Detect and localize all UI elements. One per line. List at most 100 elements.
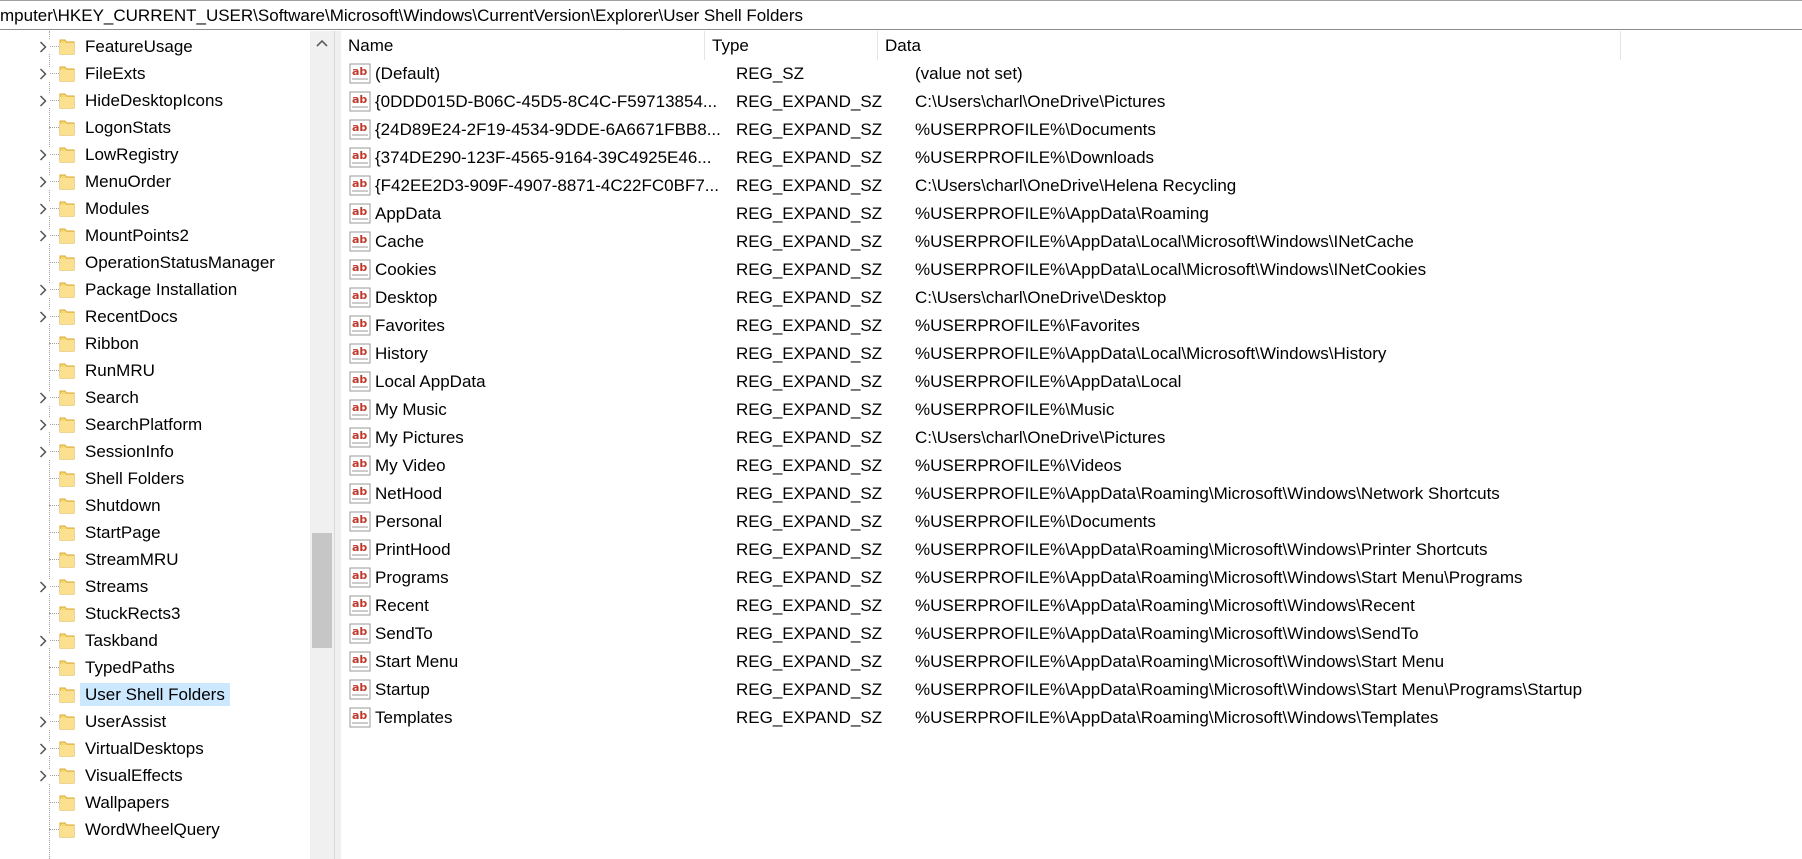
tree-item-label[interactable]: Shell Folders [80,467,189,490]
tree-item-label[interactable]: User Shell Folders [80,683,230,706]
tree-item[interactable]: StartPage [0,519,310,547]
tree-item[interactable]: MountPoints2 [0,222,310,250]
tree-item-label[interactable]: OperationStatusManager [80,251,280,274]
table-row[interactable]: ab Desktop REG_EXPAND_SZ C:\Users\charl\One… [341,284,1802,313]
tree-item[interactable]: Modules [0,195,310,223]
table-row[interactable]: ab PrintHood REG_EXPAND_SZ %USERPROFILE%\Ap… [341,536,1802,565]
tree-item[interactable]: MenuOrder [0,168,310,196]
table-row[interactable]: ab My Pictures REG_EXPAND_SZ C:\Users\charl… [341,424,1802,453]
table-row[interactable]: ab My Video REG_EXPAND_SZ %USERPROFILE%\Vid… [341,452,1802,481]
address-bar[interactable]: mputer\HKEY_CURRENT_USER\Software\Micros… [0,0,1802,30]
tree-item-label[interactable]: FeatureUsage [80,35,198,58]
tree-item-label[interactable]: RecentDocs [80,305,183,328]
tree-scrollbar-thumb[interactable] [312,533,332,648]
tree-item-label[interactable]: HideDesktopIcons [80,89,228,112]
tree-item-label[interactable]: StuckRects3 [80,602,185,625]
tree-item[interactable]: LogonStats [0,114,310,142]
tree-item[interactable]: StreamMRU [0,546,310,574]
tree-item-label[interactable]: MenuOrder [80,170,176,193]
tree-item[interactable]: Package Installation [0,276,310,304]
tree-item-label[interactable]: TypedPaths [80,656,180,679]
tree-item-label[interactable]: Search [80,386,144,409]
tree-item-label[interactable]: MountPoints2 [80,224,194,247]
pane-splitter[interactable] [334,31,341,859]
address-path[interactable]: mputer\HKEY_CURRENT_USER\Software\Micros… [0,6,803,26]
tree-item[interactable]: StuckRects3 [0,600,310,628]
values-list[interactable]: Name Type Data ab (Default) REG_SZ (value n… [341,31,1802,859]
column-header-data[interactable]: Data [878,31,1621,60]
tree-item-label[interactable]: LowRegistry [80,143,184,166]
tree-item[interactable]: Streams [0,573,310,601]
tree-item[interactable]: HideDesktopIcons [0,87,310,115]
chevron-right-icon[interactable] [36,580,50,594]
tree-item[interactable]: User Shell Folders [0,681,310,709]
tree-item[interactable]: TypedPaths [0,654,310,682]
table-row[interactable]: ab Programs REG_EXPAND_SZ %USERPROFILE%\App… [341,564,1802,593]
chevron-right-icon[interactable] [36,94,50,108]
table-row[interactable]: ab My Music REG_EXPAND_SZ %USERPROFILE%\Mus… [341,396,1802,425]
chevron-right-icon[interactable] [36,67,50,81]
scroll-up-arrow-icon[interactable] [310,31,334,55]
table-row[interactable]: ab AppData REG_EXPAND_SZ %USERPROFILE%\AppD… [341,200,1802,229]
tree-item-label[interactable]: Wallpapers [80,791,174,814]
tree-item[interactable]: LowRegistry [0,141,310,169]
tree-item-label[interactable]: SessionInfo [80,440,179,463]
table-row[interactable]: ab {374DE290-123F-4565-9164-39C4925E46...… [341,144,1802,173]
tree-item-label[interactable]: WordWheelQuery [80,818,225,841]
tree-item-label[interactable]: Shutdown [80,494,166,517]
table-row[interactable]: ab {24D89E24-2F19-4534-9DDE-6A6671FBB8...… [341,116,1802,145]
table-row[interactable]: ab Favorites REG_EXPAND_SZ %USERPROFILE%\Fa… [341,312,1802,341]
tree-item[interactable]: VisualEffects [0,762,310,790]
table-row[interactable]: ab Start Menu REG_EXPAND_SZ %USERPROFILE%\A… [341,648,1802,677]
table-row[interactable]: ab Startup REG_EXPAND_SZ %USERPROFILE%\AppD… [341,676,1802,705]
chevron-right-icon[interactable] [36,715,50,729]
table-row[interactable]: ab Local AppData REG_EXPAND_SZ %USERPROFILE… [341,368,1802,397]
tree-scrollbar[interactable] [310,31,334,859]
chevron-right-icon[interactable] [36,229,50,243]
tree-item-label[interactable]: SearchPlatform [80,413,207,436]
tree-item[interactable]: OperationStatusManager [0,249,310,277]
table-row[interactable]: ab SendTo REG_EXPAND_SZ %USERPROFILE%\AppDa… [341,620,1802,649]
table-row[interactable]: ab Personal REG_EXPAND_SZ %USERPROFILE%\Doc… [341,508,1802,537]
key-tree[interactable]: FeatureUsage FileExts HideDesktopIcons Logo… [0,31,333,859]
table-row[interactable]: ab History REG_EXPAND_SZ %USERPROFILE%\AppD… [341,340,1802,369]
tree-item-label[interactable]: Ribbon [80,332,144,355]
tree-item-label[interactable]: UserAssist [80,710,171,733]
column-header-name[interactable]: Name [341,31,705,60]
column-header-type[interactable]: Type [705,31,878,60]
tree-item-label[interactable]: StreamMRU [80,548,184,571]
tree-item[interactable]: UserAssist [0,708,310,736]
chevron-right-icon[interactable] [36,418,50,432]
chevron-right-icon[interactable] [36,310,50,324]
tree-item[interactable]: Shell Folders [0,465,310,493]
table-row[interactable]: ab Templates REG_EXPAND_SZ %USERPROFILE%\Ap… [341,704,1802,733]
tree-item[interactable]: FeatureUsage [0,33,310,61]
tree-item[interactable]: FileExts [0,60,310,88]
chevron-right-icon[interactable] [36,148,50,162]
chevron-right-icon[interactable] [36,634,50,648]
chevron-right-icon[interactable] [36,175,50,189]
chevron-right-icon[interactable] [36,769,50,783]
tree-item[interactable]: RecentDocs [0,303,310,331]
tree-item-label[interactable]: Streams [80,575,153,598]
chevron-right-icon[interactable] [36,445,50,459]
tree-item-label[interactable]: StartPage [80,521,166,544]
tree-item-label[interactable]: LogonStats [80,116,176,139]
table-row[interactable]: ab Cache REG_EXPAND_SZ %USERPROFILE%\AppDat… [341,228,1802,257]
tree-item[interactable]: Shutdown [0,492,310,520]
table-row[interactable]: ab NetHood REG_EXPAND_SZ %USERPROFILE%\AppD… [341,480,1802,509]
table-row[interactable]: ab Cookies REG_EXPAND_SZ %USERPROFILE%\AppD… [341,256,1802,285]
tree-item[interactable]: SearchPlatform [0,411,310,439]
tree-item[interactable]: VirtualDesktops [0,735,310,763]
table-row[interactable]: ab (Default) REG_SZ (value not set) [341,60,1802,89]
table-row[interactable]: ab Recent REG_EXPAND_SZ %USERPROFILE%\AppDa… [341,592,1802,621]
tree-item[interactable]: Taskband [0,627,310,655]
tree-item-label[interactable]: Taskband [80,629,163,652]
table-row[interactable]: ab {0DDD015D-B06C-45D5-8C4C-F59713854... R… [341,88,1802,117]
tree-item-label[interactable]: Package Installation [80,278,242,301]
chevron-right-icon[interactable] [36,283,50,297]
table-row[interactable]: ab {F42EE2D3-909F-4907-8871-4C22FC0BF7...… [341,172,1802,201]
tree-item-label[interactable]: FileExts [80,62,150,85]
chevron-right-icon[interactable] [36,40,50,54]
chevron-right-icon[interactable] [36,391,50,405]
